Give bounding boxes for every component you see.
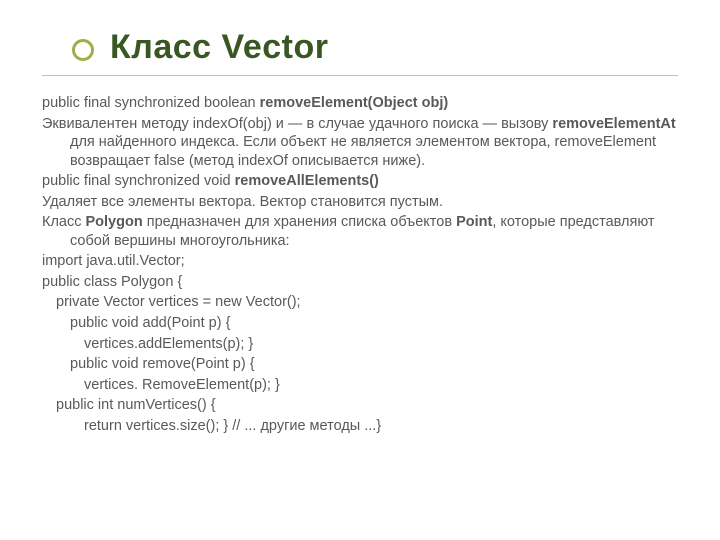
sig-remove-all: public final synchronized void removeAll… <box>42 172 678 191</box>
code-line: public int numVertices() { <box>42 396 678 415</box>
code-line: public class Polygon { <box>42 273 678 292</box>
sig-remove-element: public final synchronized boolean remove… <box>42 94 678 113</box>
desc-remove-element: Эквивалентен методу indexOf(obj) и — в с… <box>42 115 678 171</box>
desc-remove-all: Удаляет все элементы вектора. Вектор ста… <box>42 193 678 212</box>
code-line: return vertices.size(); } // ... другие … <box>42 417 678 436</box>
bullet-ring-icon <box>72 39 94 61</box>
desc-polygon: Класс Polygon предназначен для хранения … <box>42 213 678 250</box>
title-divider <box>42 75 678 76</box>
slide-body: public final synchronized boolean remove… <box>42 94 678 435</box>
code-line: vertices. RemoveElement(p); } <box>42 376 678 395</box>
code-line: public void remove(Point p) { <box>42 355 678 374</box>
slide-title: Класс Vector <box>110 28 328 67</box>
code-line: private Vector vertices = new Vector(); <box>42 293 678 312</box>
code-line: vertices.addElements(p); } <box>42 335 678 354</box>
code-line: import java.util.Vector; <box>42 252 678 271</box>
code-line: public void add(Point p) { <box>42 314 678 333</box>
